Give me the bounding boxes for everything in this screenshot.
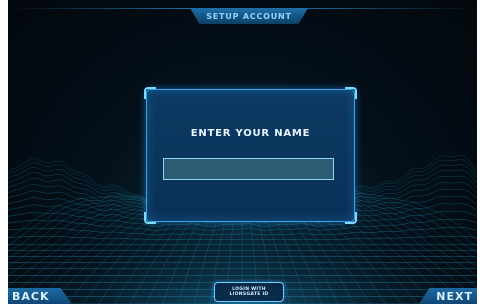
lionsgate-login-button[interactable]: LOGIN WITH LIONSGATE ID <box>214 282 284 302</box>
back-button-label: BACK <box>12 289 50 303</box>
dialog-heading: ENTER YOUR NAME <box>190 128 311 139</box>
dialog-corner-bottom-left <box>144 212 156 224</box>
lionsgate-login-label: LOGIN WITH LIONSGATE ID <box>229 286 269 298</box>
right-frame-border <box>477 0 485 304</box>
game-screen: SETUP ACCOUNT ENTER YOUR NAME BACK LOGIN… <box>0 0 485 304</box>
name-entry-dialog: ENTER YOUR NAME <box>144 87 357 224</box>
next-button-label: NEXT <box>436 289 473 303</box>
left-frame-border <box>0 0 8 304</box>
dialog-corner-top-left <box>144 87 156 99</box>
screen-title: SETUP ACCOUNT <box>206 11 292 21</box>
dialog-corner-bottom-right <box>345 212 357 224</box>
name-input[interactable] <box>163 158 334 180</box>
header-tab: SETUP ACCOUNT <box>190 8 308 24</box>
dialog-corner-top-right <box>345 87 357 99</box>
